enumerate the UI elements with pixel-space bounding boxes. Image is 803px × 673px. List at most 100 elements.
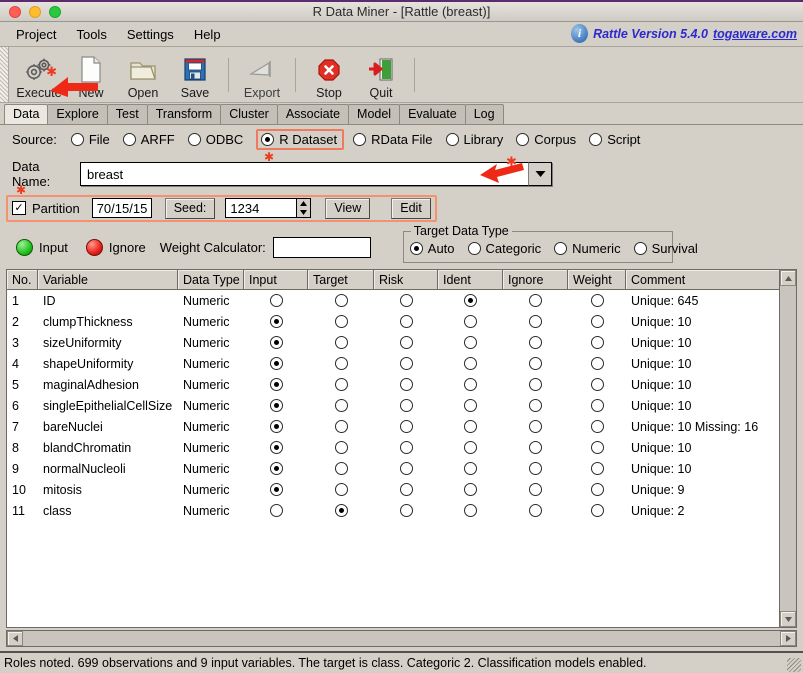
role-radio-ident-row-1[interactable] — [438, 294, 503, 307]
role-radio-ident-row-5[interactable] — [438, 378, 503, 391]
radio-risk[interactable] — [399, 462, 413, 475]
role-radio-input-row-8[interactable] — [244, 441, 308, 454]
tab-associate[interactable]: Associate — [276, 104, 350, 124]
tab-explore[interactable]: Explore — [47, 104, 108, 124]
source-radio-library[interactable] — [445, 132, 459, 146]
radio-risk[interactable] — [399, 336, 413, 349]
source-option-r-dataset-highlight[interactable]: R Dataset — [256, 128, 345, 150]
radio-ignore[interactable] — [529, 483, 542, 496]
table-row[interactable]: 3 sizeUniformity Numeric Unique: 10 — [7, 332, 779, 353]
role-radio-ignore-row-4[interactable] — [503, 357, 568, 370]
column-header-variable[interactable]: Variable — [38, 270, 178, 289]
radio-target[interactable] — [334, 399, 348, 412]
radio-target[interactable] — [334, 357, 348, 370]
role-radio-risk-row-4[interactable] — [374, 357, 438, 370]
radio-weight[interactable] — [590, 378, 604, 391]
role-radio-ident-row-3[interactable] — [438, 336, 503, 349]
menu-project[interactable]: Project — [6, 25, 66, 44]
toolbar-button-new[interactable]: New — [65, 50, 117, 100]
radio-target[interactable] — [334, 378, 348, 391]
radio-risk[interactable] — [399, 357, 413, 370]
radio-ignore[interactable] — [529, 315, 542, 328]
radio-input[interactable] — [269, 399, 283, 412]
role-radio-input-row-3[interactable] — [244, 336, 308, 349]
radio-target[interactable] — [334, 336, 348, 349]
role-radio-input-row-1[interactable] — [244, 294, 308, 307]
target-type-radio-numeric[interactable] — [554, 242, 568, 255]
table-row[interactable]: 11 class Numeric Unique: 2 — [7, 500, 779, 521]
target-type-radio-survival[interactable] — [633, 242, 647, 255]
role-radio-ignore-row-11[interactable] — [503, 504, 568, 517]
role-radio-risk-row-6[interactable] — [374, 399, 438, 412]
target-type-radio-auto[interactable] — [409, 242, 423, 255]
radio-input[interactable] — [269, 441, 283, 454]
radio-input[interactable] — [269, 336, 283, 349]
radio-risk[interactable] — [399, 441, 413, 454]
seed-input[interactable]: 1234 — [225, 198, 298, 218]
role-radio-target-row-2[interactable] — [308, 315, 374, 328]
role-radio-input-row-7[interactable] — [244, 420, 308, 433]
role-radio-target-row-8[interactable] — [308, 441, 374, 454]
source-label-corpus[interactable]: Corpus — [534, 132, 576, 147]
radio-ignore[interactable] — [529, 504, 542, 517]
table-vertical-scrollbar[interactable] — [779, 270, 796, 627]
role-radio-weight-row-1[interactable] — [568, 294, 626, 307]
resize-grip-icon[interactable] — [787, 658, 801, 672]
radio-risk[interactable] — [399, 483, 413, 496]
table-row[interactable]: 5 maginalAdhesion Numeric Unique: 10 — [7, 374, 779, 395]
role-radio-ignore-row-9[interactable] — [503, 462, 568, 475]
tab-test[interactable]: Test — [106, 104, 148, 124]
role-radio-weight-row-10[interactable] — [568, 483, 626, 496]
seed-label-button[interactable]: Seed: — [164, 197, 216, 219]
tab-log[interactable]: Log — [464, 104, 504, 124]
radio-input[interactable] — [269, 483, 283, 496]
radio-ident[interactable] — [464, 294, 477, 307]
radio-target[interactable] — [334, 294, 348, 307]
table-horizontal-scrollbar[interactable] — [6, 630, 797, 647]
column-header-target[interactable]: Target — [308, 270, 374, 289]
source-label-r-dataset[interactable]: R Dataset — [279, 132, 337, 147]
role-radio-target-row-10[interactable] — [308, 483, 374, 496]
radio-weight[interactable] — [590, 420, 604, 433]
radio-target[interactable] — [334, 462, 348, 475]
role-radio-weight-row-6[interactable] — [568, 399, 626, 412]
radio-risk[interactable] — [399, 504, 413, 517]
role-radio-ignore-row-6[interactable] — [503, 399, 568, 412]
togaware-link[interactable]: togaware.com — [713, 27, 797, 41]
radio-weight[interactable] — [590, 441, 604, 454]
role-radio-ignore-row-7[interactable] — [503, 420, 568, 433]
radio-weight[interactable] — [590, 294, 604, 307]
edit-button[interactable]: Edit — [391, 197, 431, 219]
radio-weight[interactable] — [590, 336, 604, 349]
role-radio-target-row-7[interactable] — [308, 420, 374, 433]
column-header-weight[interactable]: Weight — [568, 270, 626, 289]
radio-ident[interactable] — [464, 483, 477, 496]
radio-input[interactable] — [269, 462, 283, 475]
radio-risk[interactable] — [399, 378, 413, 391]
horizontal-scroll-track[interactable] — [23, 631, 780, 646]
radio-target[interactable] — [334, 441, 348, 454]
radio-ignore[interactable] — [529, 441, 542, 454]
vertical-scroll-track[interactable] — [780, 286, 796, 611]
radio-ident[interactable] — [464, 420, 477, 433]
role-radio-risk-row-11[interactable] — [374, 504, 438, 517]
role-radio-ident-row-4[interactable] — [438, 357, 503, 370]
role-radio-weight-row-2[interactable] — [568, 315, 626, 328]
toolbar-button-execute[interactable]: ✱ Execute — [13, 50, 65, 100]
role-radio-ignore-row-5[interactable] — [503, 378, 568, 391]
source-radio-arff[interactable] — [122, 132, 136, 146]
seed-stepper-up[interactable] — [297, 199, 310, 208]
radio-ident[interactable] — [464, 462, 477, 475]
radio-target[interactable] — [334, 504, 348, 517]
role-radio-risk-row-1[interactable] — [374, 294, 438, 307]
tab-cluster[interactable]: Cluster — [220, 104, 278, 124]
menu-tools[interactable]: Tools — [66, 25, 116, 44]
menu-settings[interactable]: Settings — [117, 25, 184, 44]
role-radio-risk-row-8[interactable] — [374, 441, 438, 454]
toolbar-button-save[interactable]: Save — [169, 50, 221, 100]
menu-help[interactable]: Help — [184, 25, 231, 44]
role-radio-target-row-5[interactable] — [308, 378, 374, 391]
source-radio-file[interactable] — [70, 132, 84, 146]
source-radio-corpus[interactable] — [516, 132, 530, 146]
tab-model[interactable]: Model — [348, 104, 401, 124]
